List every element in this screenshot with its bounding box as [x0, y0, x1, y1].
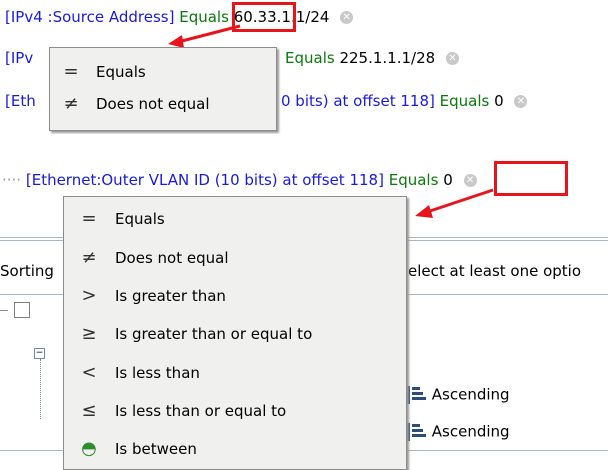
filter-field-label: [Eth	[5, 92, 36, 110]
equals-icon: =	[81, 208, 97, 229]
not-equal-icon: ≠	[81, 247, 97, 268]
hint-text: elect at least one optio	[408, 262, 582, 280]
highlight-box	[494, 161, 568, 196]
filter-field-label: [Ethernet:Outer VLAN ID (10 bits) at off…	[25, 171, 384, 189]
menu-item-label: Does not equal	[115, 249, 229, 267]
tree-connector	[40, 359, 42, 419]
menu-item-equals[interactable]: = Equals	[64, 205, 406, 233]
operator-link[interactable]: Equals	[440, 92, 490, 110]
section-gap	[0, 134, 608, 144]
filter-field-label: [IPv	[5, 49, 34, 67]
operator-menu-full: = Equals ≠ Does not equal > Is greater t…	[63, 196, 407, 470]
menu-item-label: Is greater than	[115, 287, 226, 305]
filter-row-ipv-tail: Equals 225.1.1.1/28 ✕	[285, 47, 459, 69]
filter-row-ipv: [IPv	[5, 47, 33, 69]
menu-item-label: Equals	[96, 63, 146, 81]
filter-field-label-tail: 0 bits) at offset 118]	[281, 92, 435, 110]
filter-row-ethernet-tail: 0 bits) at offset 118] Equals 0 ✕	[281, 90, 528, 112]
greater-equal-icon: ≥	[81, 323, 97, 344]
tree-collapse-icon[interactable]: −	[34, 348, 45, 359]
menu-item-does-not-equal[interactable]: ≠ Does not equal	[64, 244, 406, 272]
annotation-arrow	[415, 188, 494, 218]
greater-than-icon: >	[81, 285, 97, 306]
operator-link[interactable]: Equals	[285, 49, 335, 67]
menu-item-less-than[interactable]: < Is less than	[64, 359, 406, 387]
menu-item-equals[interactable]: = Equals	[50, 58, 276, 86]
sort-ascending-row[interactable]: Ascending	[405, 422, 510, 442]
remove-condition-icon[interactable]: ✕	[340, 11, 354, 24]
remove-condition-icon[interactable]: ✕	[514, 95, 528, 108]
menu-item-label: Is less than	[115, 364, 200, 382]
not-equal-icon: ≠	[63, 93, 79, 114]
sort-ascending-icon	[407, 423, 426, 441]
between-icon: ◓	[81, 438, 97, 459]
menu-item-does-not-equal[interactable]: ≠ Does not equal	[50, 90, 276, 118]
sort-order-label: Ascending	[431, 385, 510, 404]
menu-item-is-between[interactable]: ◓ Is between	[64, 435, 406, 463]
sort-order-label: Ascending	[431, 422, 510, 441]
menu-item-greater-than-or-equal[interactable]: ≥ Is greater than or equal to	[64, 320, 406, 348]
menu-item-less-than-or-equal[interactable]: ≤ Is less than or equal to	[64, 397, 406, 425]
less-equal-icon: ≤	[81, 400, 97, 421]
menu-item-greater-than[interactable]: > Is greater than	[64, 282, 406, 310]
less-than-icon: <	[81, 362, 97, 383]
sort-ascending-icon	[407, 386, 426, 404]
menu-item-label: Equals	[115, 210, 165, 228]
tree-checkbox[interactable]	[14, 302, 30, 318]
menu-item-label: Does not equal	[96, 95, 210, 113]
menu-item-label: Is between	[115, 440, 197, 458]
equals-icon: =	[63, 61, 79, 82]
sort-ascending-row[interactable]: Ascending	[405, 385, 510, 405]
filter-row-ethernet: [Eth	[5, 90, 36, 112]
remove-condition-icon[interactable]: ✕	[445, 52, 459, 65]
tree-connector	[0, 310, 8, 311]
filter-value: 0	[494, 92, 504, 110]
sorting-label: Sorting	[0, 262, 54, 280]
menu-item-label: Is greater than or equal to	[115, 325, 313, 343]
menu-item-label: Is less than or equal to	[115, 402, 287, 420]
tree-connector: ····	[2, 171, 22, 189]
filter-value: 225.1.1.1/28	[339, 49, 436, 67]
operator-menu-short: = Equals ≠ Does not equal	[49, 47, 277, 131]
filter-field-label: [IPv4 :Source Address]	[5, 8, 175, 26]
